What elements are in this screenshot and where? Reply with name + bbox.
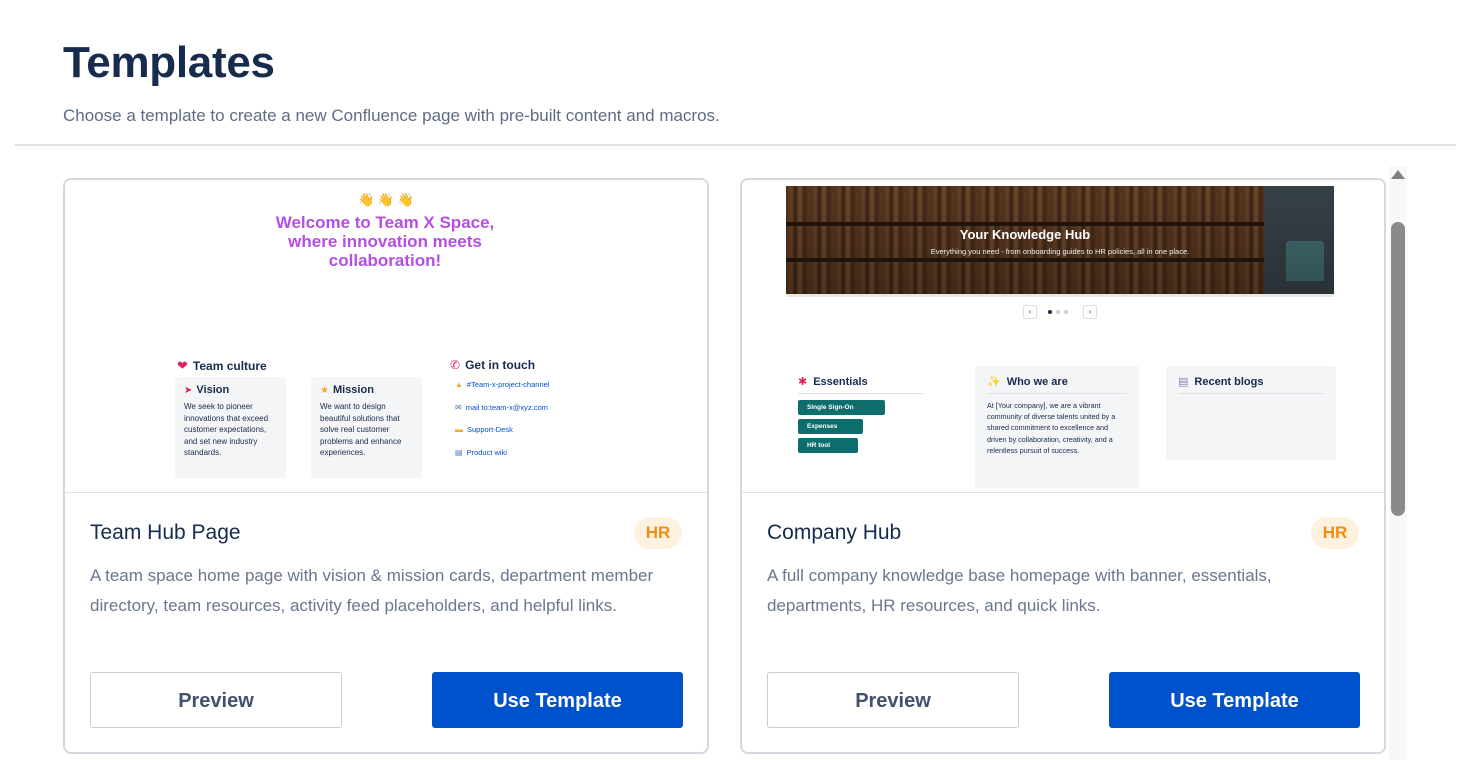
thumb-essential-chip: Single Sign-On <box>798 400 885 415</box>
ticket-icon: ▬ <box>455 425 463 434</box>
thumb-link: ▬ Support-Desk <box>455 425 513 434</box>
scroll-up-arrow-icon[interactable] <box>1391 170 1405 179</box>
thumb-who-we-are-section: ✨ Who we are At [Your company], we are a … <box>975 366 1139 488</box>
use-template-button[interactable]: Use Template <box>432 672 683 728</box>
thumb-welcome-heading: Welcome to Team X Space, where innovatio… <box>275 213 495 270</box>
template-card-company-hub[interactable]: Your Knowledge Hub Everything you need -… <box>740 178 1386 754</box>
thumb-link: ✉ mail to:team-x@xyz.com <box>455 402 548 412</box>
vertical-scrollbar[interactable] <box>1389 166 1407 760</box>
phone-icon: ✆ <box>450 358 461 372</box>
thumb-link: ▤ Product wiki <box>455 447 507 457</box>
star-icon: ★ <box>320 385 329 396</box>
thumb-essentials-section: ✱ Essentials Single Sign-On Expenses HR t… <box>786 366 936 462</box>
sparkle-icon: ✨ <box>987 376 1001 388</box>
template-description: A full company knowledge base homepage w… <box>767 566 1272 615</box>
book-icon: ▤ <box>455 447 463 457</box>
template-card-team-hub[interactable]: 👋 👋 👋 Welcome to Team X Space, where inn… <box>63 178 709 754</box>
thumb-get-in-touch-heading: ✆ Get in touch <box>450 358 536 372</box>
header-divider <box>15 144 1456 146</box>
preview-button[interactable]: Preview <box>767 672 1019 728</box>
rocket-icon: ➤ <box>184 385 193 396</box>
template-title: Company Hub <box>767 521 902 544</box>
template-thumbnail: Your Knowledge Hub Everything you need -… <box>742 180 1384 493</box>
page-header: Templates Choose a template to create a … <box>63 38 720 126</box>
thumb-vision-card: ➤ Vision We seek to pioneer innovations t… <box>175 377 286 478</box>
link-icon: ▲ <box>455 380 463 389</box>
template-list: 👋 👋 👋 Welcome to Team X Space, where inn… <box>63 168 1408 760</box>
heart-icon: ❤ <box>177 358 188 373</box>
thumb-team-culture-heading: ❤ Team culture <box>177 358 267 373</box>
template-description: A team space home page with vision & mis… <box>90 566 654 615</box>
thumb-banner-subtitle: Everything you need - from onboarding gu… <box>930 247 1190 256</box>
use-template-button[interactable]: Use Template <box>1109 672 1360 728</box>
wave-emoji: 👋 👋 👋 <box>358 192 414 207</box>
page-subtitle: Choose a template to create a new Conflu… <box>63 106 720 125</box>
pin-icon: ✱ <box>798 376 808 388</box>
preview-button[interactable]: Preview <box>90 672 342 728</box>
document-icon: ▤ <box>1178 376 1189 388</box>
chevron-left-icon: ‹ <box>1023 305 1037 319</box>
template-title: Team Hub Page <box>90 521 241 544</box>
mail-icon: ✉ <box>455 402 462 412</box>
scrollbar-thumb[interactable] <box>1391 222 1405 516</box>
thumb-link: ▲ #Team-x-project-channel <box>455 380 550 389</box>
thumb-recent-blogs-section: ▤ Recent blogs <box>1166 366 1336 460</box>
thumb-essential-chip: Expenses <box>798 419 863 434</box>
thumb-essential-chip: HR tool <box>798 438 858 453</box>
chevron-right-icon: › <box>1083 305 1097 319</box>
category-badge: HR <box>634 517 682 549</box>
thumb-mission-card: ★ Mission We want to design beautiful sol… <box>311 377 422 478</box>
template-thumbnail: 👋 👋 👋 Welcome to Team X Space, where inn… <box>65 180 707 493</box>
thumb-banner-title: Your Knowledge Hub <box>959 227 1091 242</box>
category-badge: HR <box>1311 517 1359 549</box>
thumb-link-list: ▲ #Team-x-project-channel ✉ mail to:team-x… <box>455 380 549 470</box>
thumb-carousel-controls: ‹ › <box>1023 305 1099 319</box>
page-title: Templates <box>63 38 275 87</box>
thumb-banner-image: Your Knowledge Hub Everything you need -… <box>786 186 1334 297</box>
